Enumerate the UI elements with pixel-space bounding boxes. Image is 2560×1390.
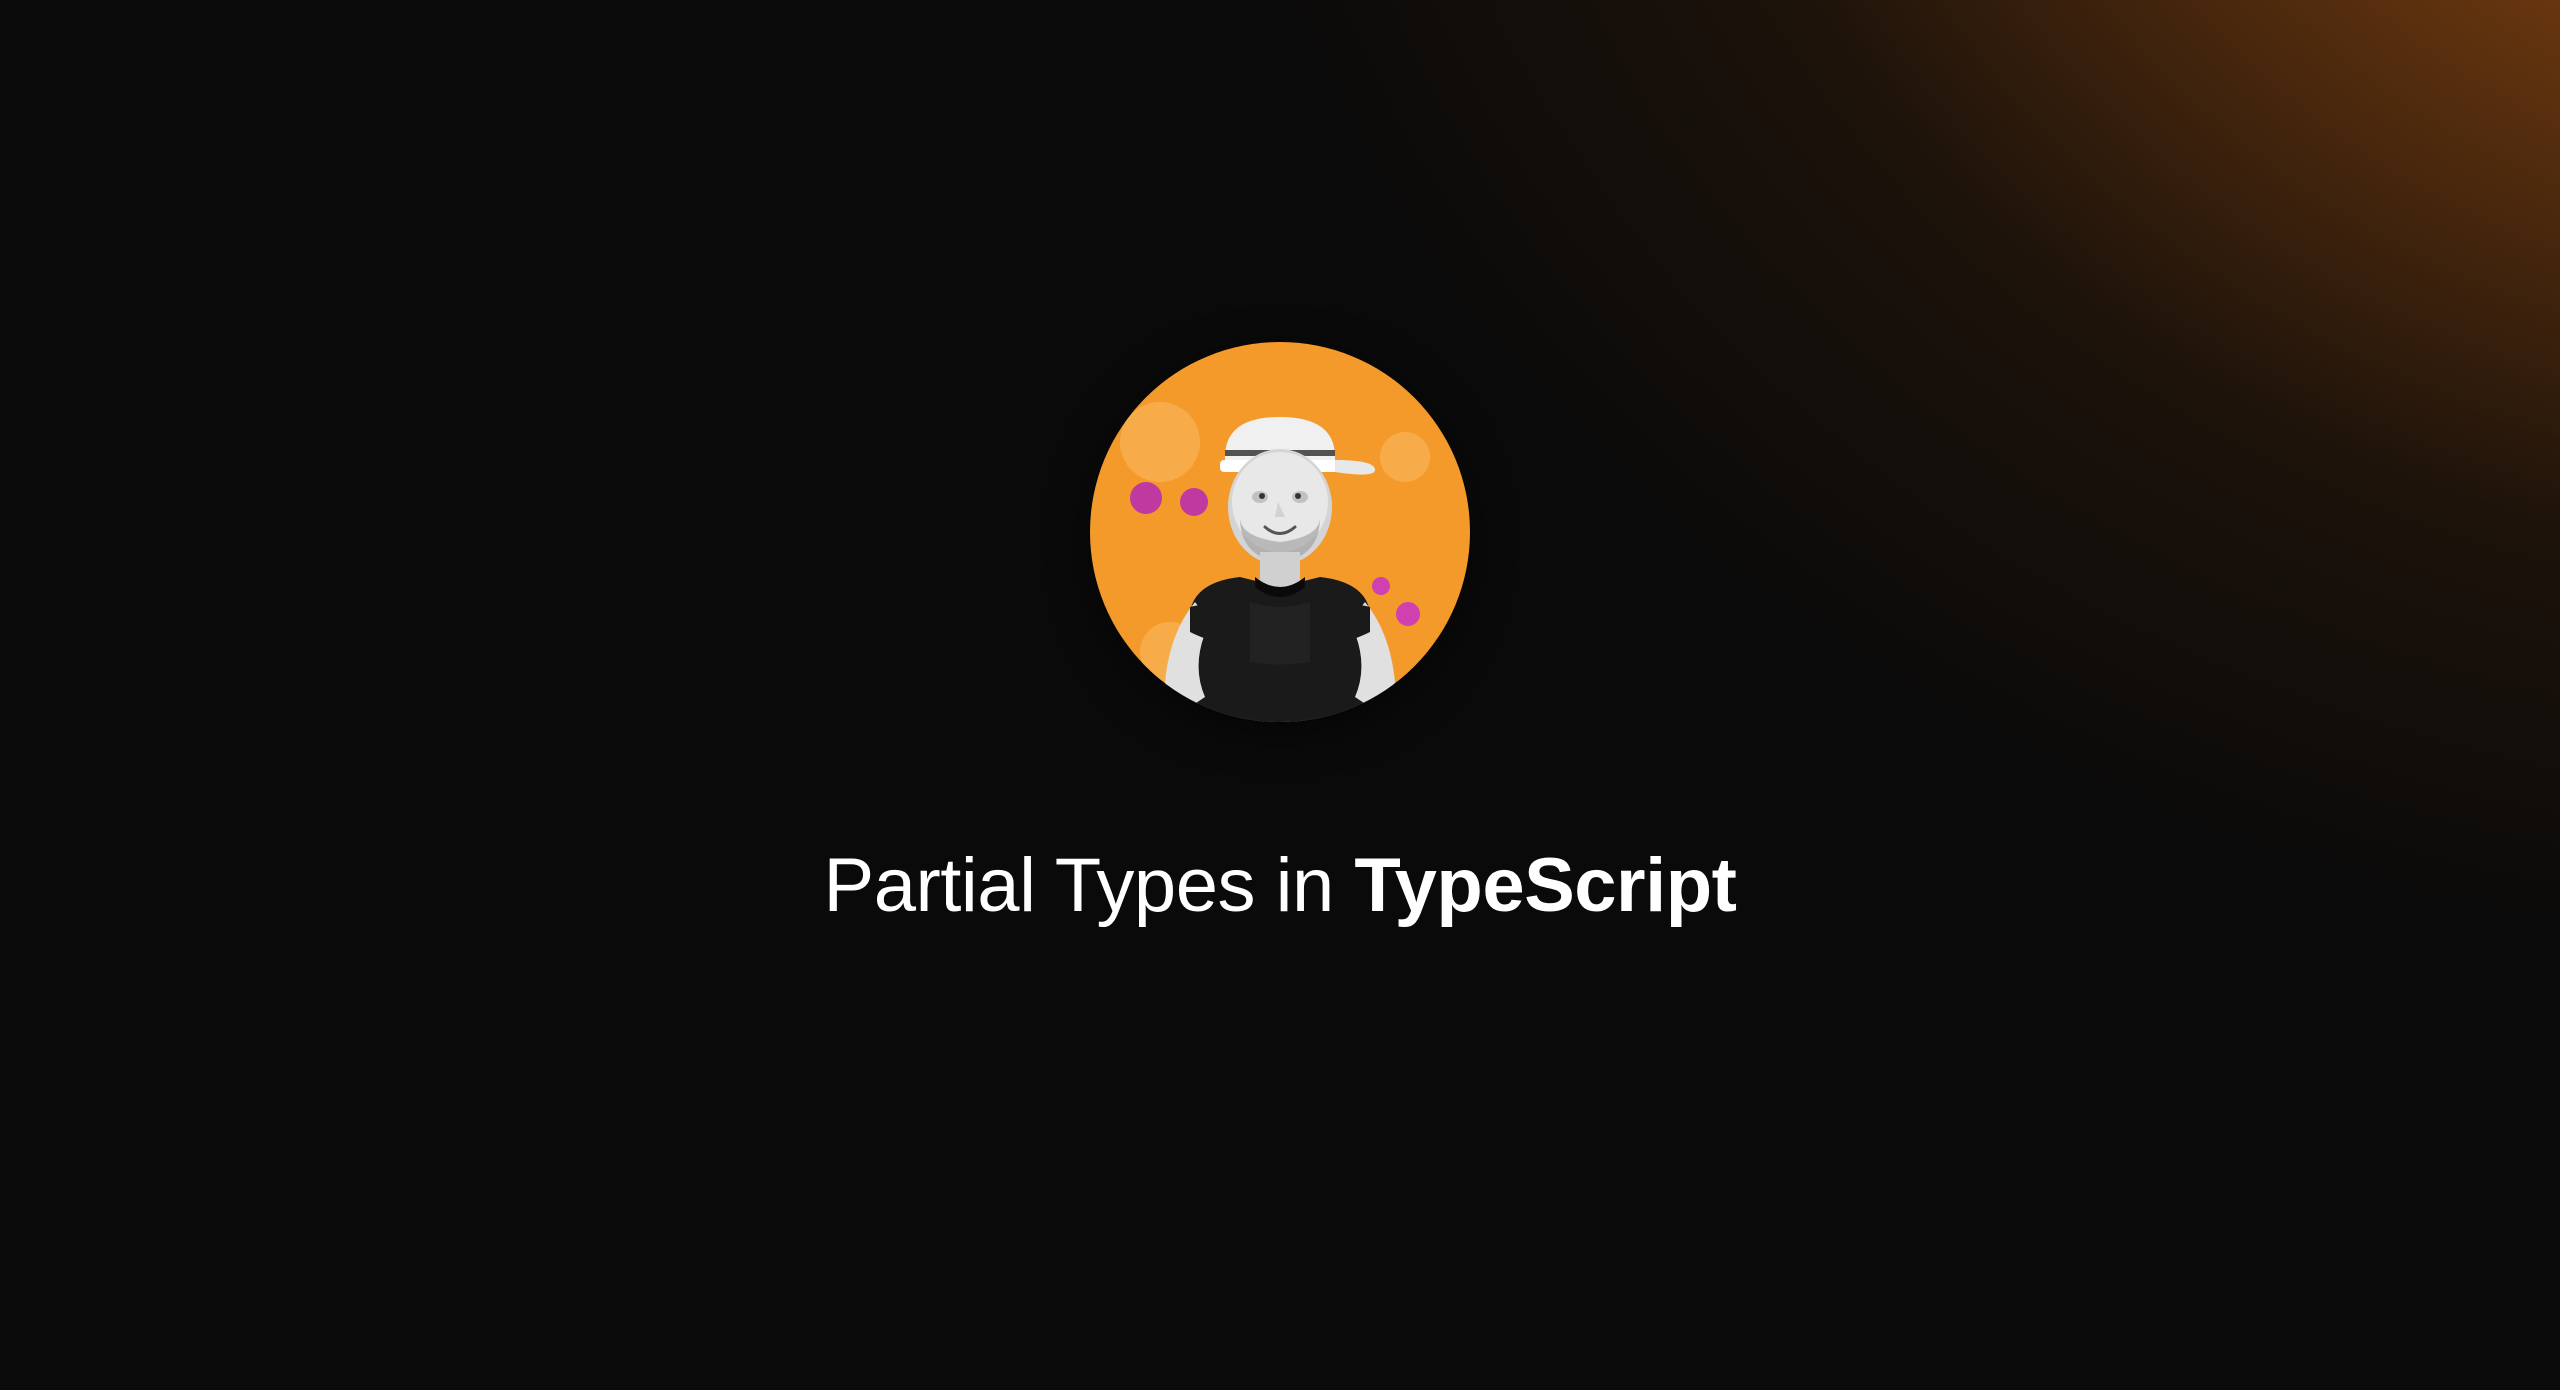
author-avatar <box>1090 342 1470 722</box>
title-highlight: TypeScript <box>1354 843 1736 928</box>
content-container: Partial Types in TypeScript <box>0 0 2560 1330</box>
title-prefix: Partial Types in <box>824 843 1355 928</box>
page-title: Partial Types in TypeScript <box>824 842 1737 929</box>
person-illustration <box>1120 402 1440 722</box>
